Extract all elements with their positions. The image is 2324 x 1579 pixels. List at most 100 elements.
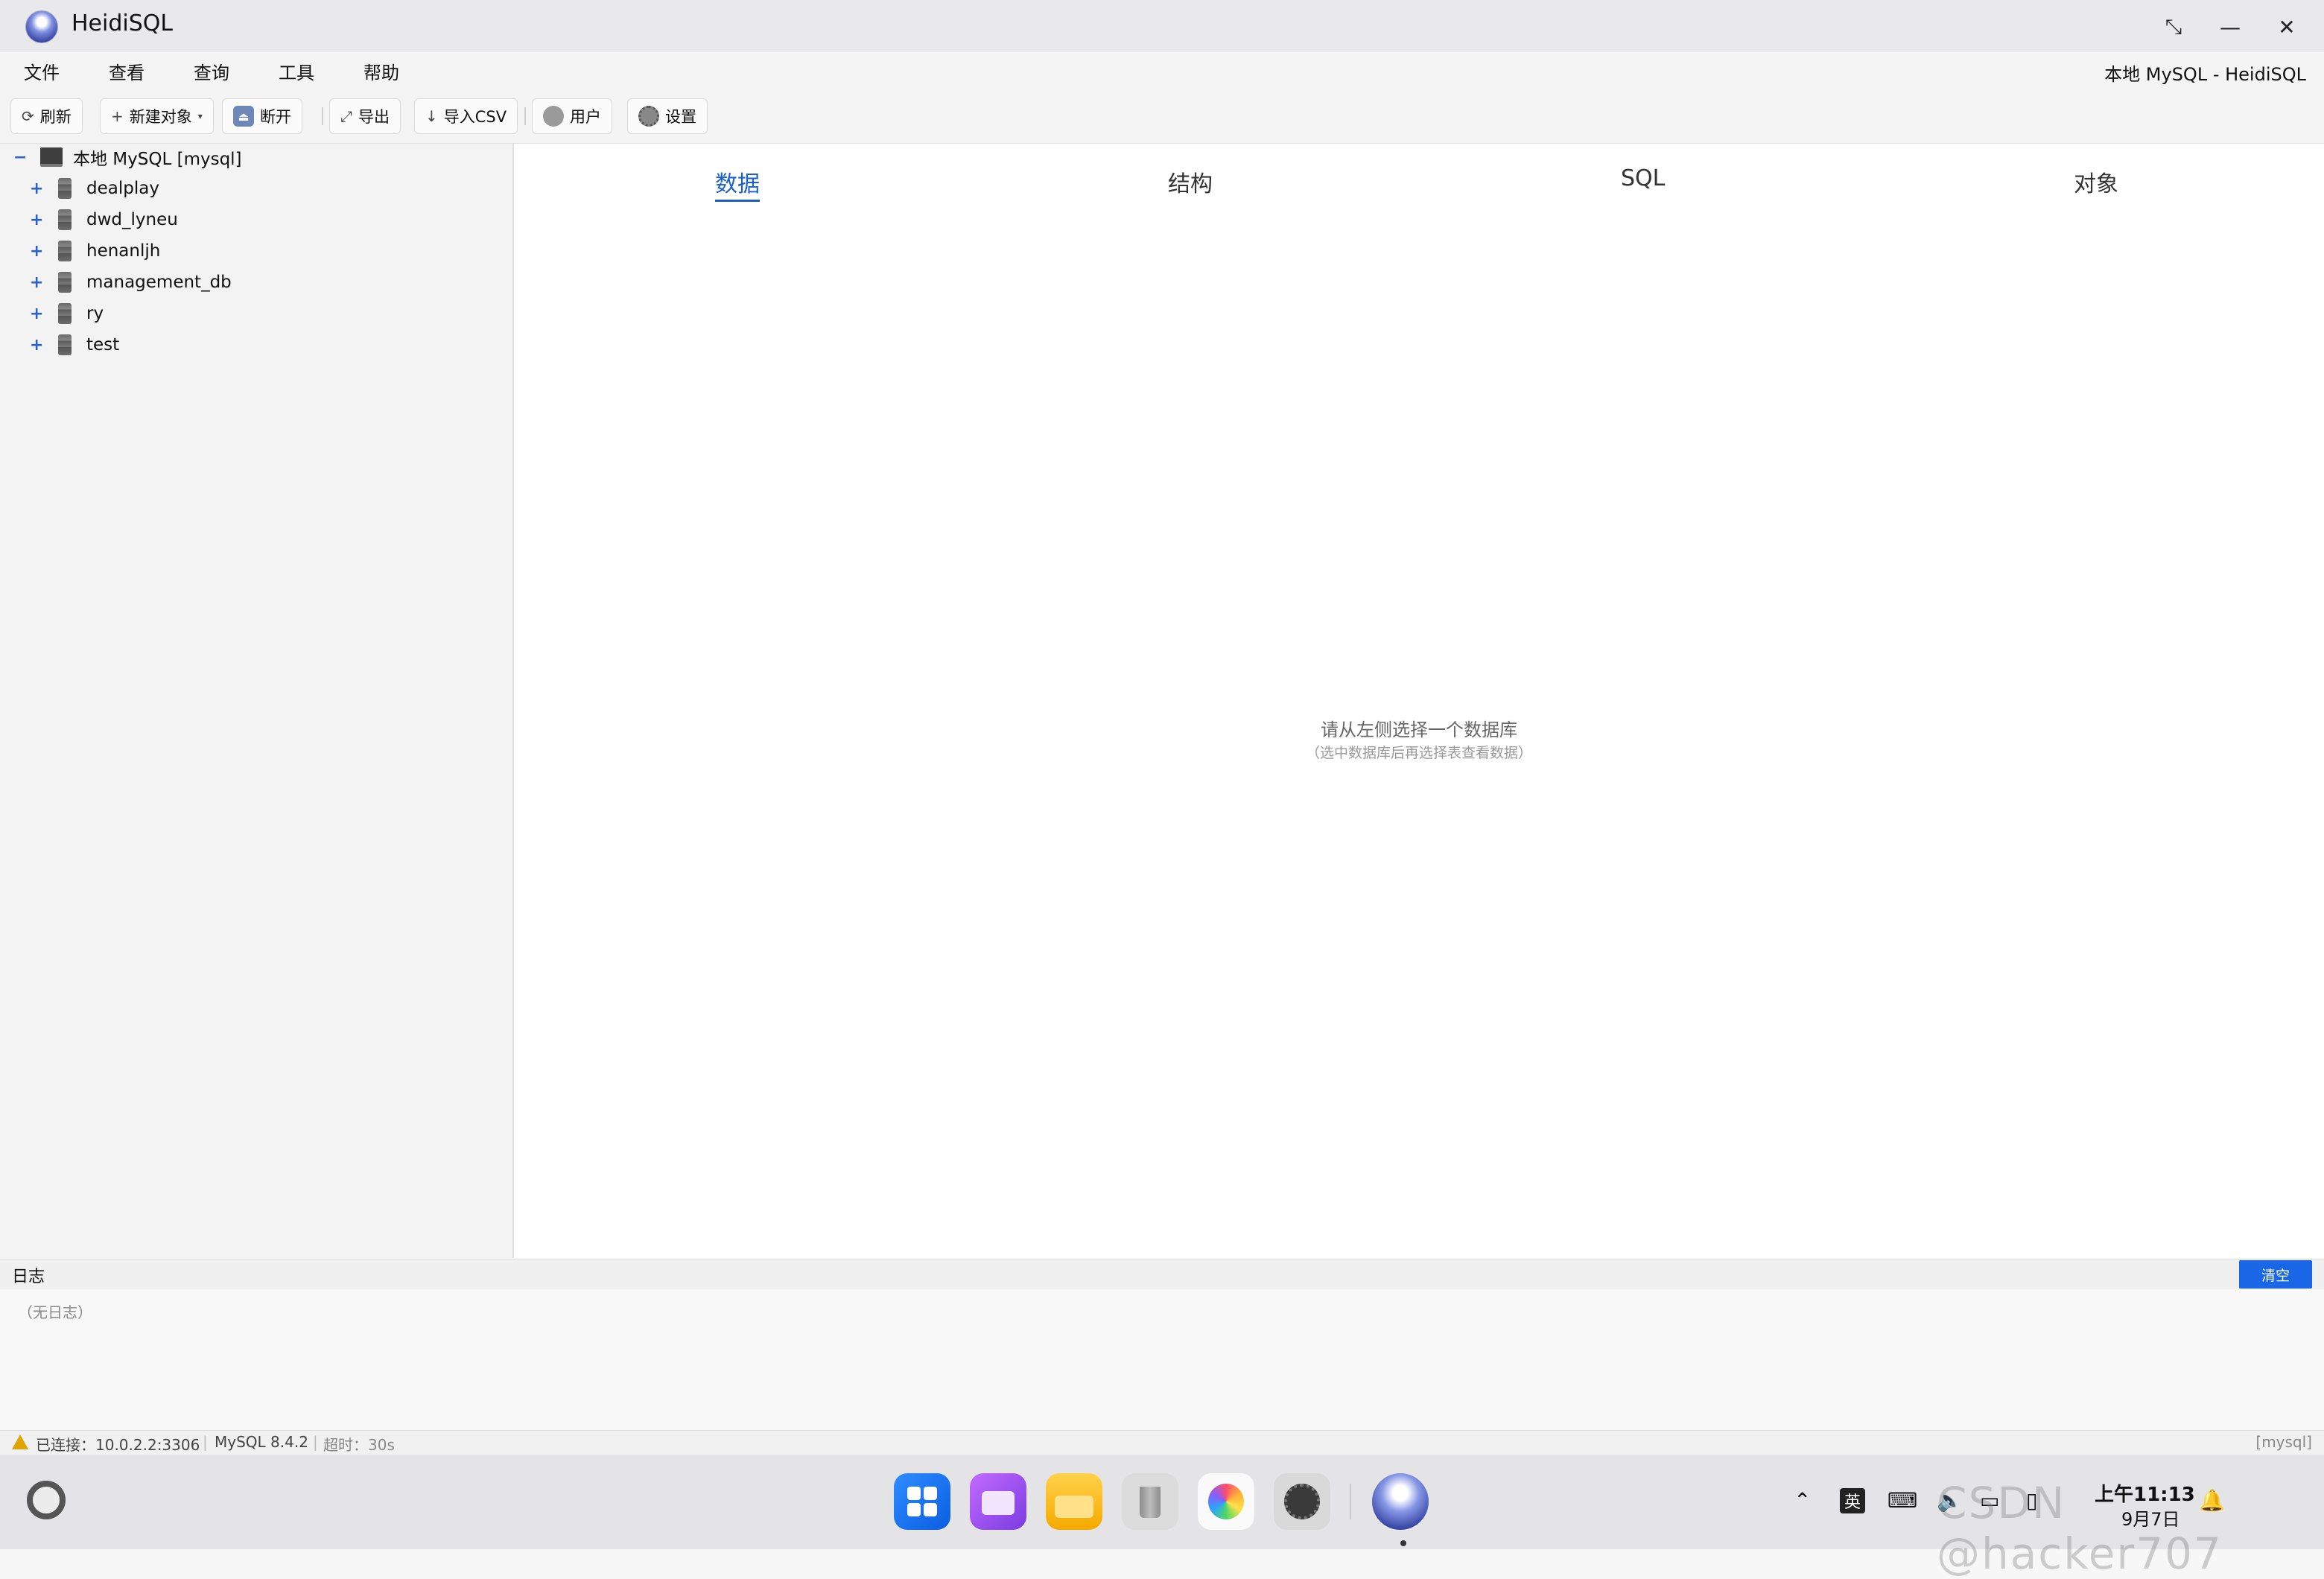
menu-tools[interactable]: 工具 [279, 58, 314, 84]
notification-bell-icon[interactable]: 🔔 [2199, 1488, 2225, 1513]
plus-icon: + [111, 107, 124, 125]
restore-icon[interactable]: ⤡ [2157, 10, 2190, 43]
tree-item-management-db[interactable]: + management_db [30, 267, 232, 298]
eject-icon: ⏏ [233, 106, 254, 127]
users-button[interactable]: 用户 [532, 98, 612, 134]
tree-item-label: dwd_lyneu [86, 210, 178, 229]
empty-state-hint: （选中数据库后再选择表查看数据） [1305, 745, 1532, 761]
warning-icon [12, 1435, 28, 1449]
status-divider: | [203, 1433, 208, 1451]
gear-icon [638, 106, 659, 127]
tab-data[interactable]: 数据 [715, 165, 760, 202]
toolbar-divider [322, 107, 323, 125]
status-timeout: 超时：30s [323, 1436, 395, 1454]
log-panel [0, 1289, 2324, 1429]
tree-item-henanljh[interactable]: + henanljh [30, 235, 160, 267]
new-object-label: 新建对象 [129, 108, 192, 126]
log-title: 日志 [12, 1268, 45, 1286]
running-indicator [1400, 1540, 1406, 1546]
expand-toggle[interactable]: + [30, 242, 43, 261]
download-icon: ↓ [425, 107, 438, 125]
tab-objects[interactable]: 对象 [2074, 165, 2118, 198]
heidisql-icon[interactable] [1372, 1473, 1429, 1530]
multitask-icon[interactable] [970, 1473, 1026, 1530]
user-icon [543, 106, 564, 127]
import-csv-button[interactable]: ↓ 导入CSV [414, 98, 518, 134]
settings-icon[interactable] [1274, 1473, 1330, 1530]
server-icon [40, 147, 63, 167]
menu-query[interactable]: 查询 [194, 58, 229, 84]
log-empty-text: （无日志） [18, 1303, 92, 1321]
database-icon [58, 209, 72, 230]
menu-file[interactable]: 文件 [24, 58, 60, 84]
users-label: 用户 [570, 108, 601, 126]
status-version: MySQL 8.4.2 [215, 1433, 308, 1451]
title-bar [0, 0, 2324, 52]
dock-divider [1350, 1484, 1351, 1519]
tree-item-label: management_db [86, 273, 232, 292]
tree-item-dwd-lyneu[interactable]: + dwd_lyneu [30, 204, 178, 235]
photos-icon[interactable] [1198, 1473, 1254, 1530]
tree-item-label: henanljh [86, 241, 161, 261]
start-button-icon[interactable] [27, 1481, 66, 1519]
tree-item-label: ry [86, 304, 104, 323]
settings-label: 设置 [665, 108, 696, 126]
collapse-toggle[interactable]: − [13, 148, 27, 167]
menu-help[interactable]: 帮助 [363, 58, 399, 84]
expand-toggle[interactable]: + [30, 305, 43, 323]
export-label: 导出 [358, 108, 390, 126]
launcher-icon[interactable] [894, 1473, 950, 1530]
tree-item-ry[interactable]: + ry [30, 298, 104, 329]
status-divider: | [313, 1433, 318, 1451]
tab-sql[interactable]: SQL [1621, 165, 1665, 191]
tree-item-test[interactable]: + test [30, 329, 119, 360]
clock-time[interactable]: 上午11:13 [2095, 1479, 2195, 1507]
connection-title: 本地 MySQL - HeidiSQL [2104, 64, 2306, 85]
toolbar-divider [524, 107, 526, 125]
new-object-button[interactable]: + 新建对象 ▾ [100, 98, 214, 134]
empty-state-message: 请从左侧选择一个数据库 [1321, 719, 1517, 740]
import-csv-label: 导入CSV [443, 108, 507, 126]
files-icon[interactable] [1046, 1473, 1102, 1530]
trash-icon[interactable] [1122, 1473, 1178, 1530]
disconnect-button[interactable]: ⏏ 断开 [222, 98, 302, 134]
input-language-icon[interactable]: 英 [1840, 1488, 1865, 1513]
status-connection: 已连接：10.0.2.2:3306 [36, 1436, 200, 1454]
close-icon[interactable]: ✕ [2270, 10, 2303, 43]
keyboard-icon[interactable]: ⌨ [1888, 1488, 1917, 1513]
menu-view[interactable]: 查看 [109, 58, 145, 84]
database-icon [58, 241, 72, 261]
minimize-icon[interactable]: — [2214, 10, 2247, 43]
refresh-icon: ⟳ [22, 107, 34, 125]
log-header [0, 1259, 2324, 1289]
heidisql-logo-icon [25, 10, 58, 43]
tree-root[interactable]: − 本地 MySQL [mysql] [13, 142, 242, 173]
database-icon [58, 272, 72, 293]
refresh-label: 刷新 [39, 108, 72, 126]
tree-item-dealplay[interactable]: + dealplay [30, 173, 159, 204]
menu-bar [0, 52, 2324, 91]
clock-date[interactable]: 9月7日 [2121, 1505, 2180, 1531]
export-icon: ⤢ [340, 107, 352, 125]
database-icon [58, 334, 72, 355]
disconnect-label: 断开 [260, 108, 291, 126]
chevron-down-icon: ▾ [197, 111, 203, 121]
database-icon [58, 178, 72, 199]
main-panel [514, 144, 2324, 1258]
expand-toggle[interactable]: + [30, 211, 43, 229]
tree-item-label: dealplay [86, 179, 159, 198]
expand-toggle[interactable]: + [30, 336, 43, 355]
clear-log-button[interactable]: 清空 [2239, 1260, 2312, 1289]
app-title: HeidiSQL [72, 10, 174, 36]
tree-root-label: 本地 MySQL [mysql] [73, 150, 242, 169]
database-icon [58, 303, 72, 324]
tab-structure[interactable]: 结构 [1168, 165, 1213, 198]
settings-button[interactable]: 设置 [627, 98, 708, 134]
expand-toggle[interactable]: + [30, 179, 43, 198]
export-button[interactable]: ⤢ 导出 [329, 98, 401, 134]
status-database: [mysql] [2255, 1433, 2312, 1451]
tree-item-label: test [86, 335, 120, 355]
refresh-button[interactable]: ⟳ 刷新 [10, 98, 83, 134]
expand-toggle[interactable]: + [30, 273, 43, 292]
chevron-up-icon[interactable]: ⌃ [1794, 1488, 1811, 1513]
